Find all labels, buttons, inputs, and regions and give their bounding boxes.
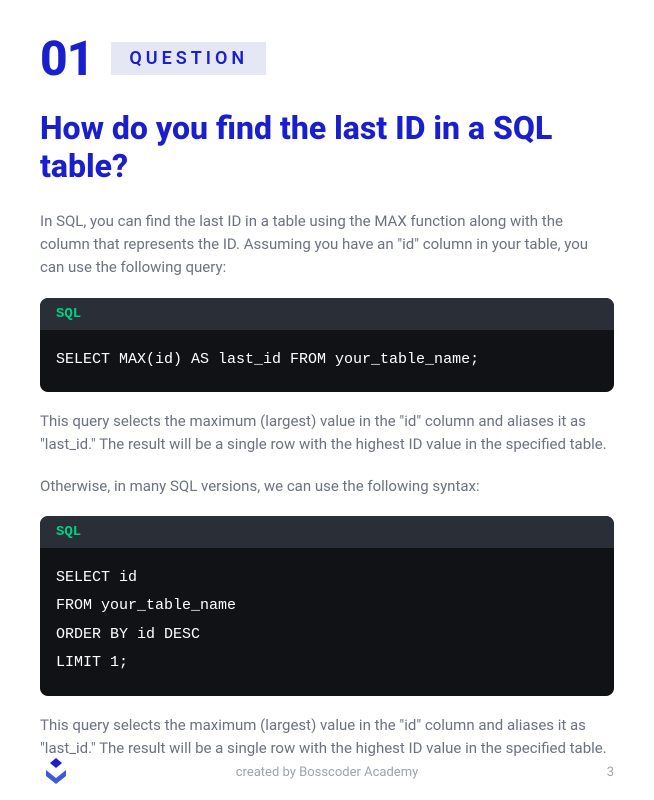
logo-icon [40, 756, 72, 788]
code-block-2: SQL SELECT id FROM your_table_name ORDER… [40, 516, 614, 696]
code-body: SELECT id FROM your_table_name ORDER BY … [40, 548, 614, 696]
page-number: 3 [607, 765, 614, 780]
code-block-1: SQL SELECT MAX(id) AS last_id FROM your_… [40, 298, 614, 393]
explanation-paragraph-2: This query selects the maximum (largest)… [40, 714, 614, 761]
code-lang-label: SQL [40, 298, 614, 330]
footer: created by Bosscoder Academy 3 [40, 756, 614, 788]
intro-paragraph: In SQL, you can find the last ID in a ta… [40, 210, 614, 280]
footer-credit: created by Bosscoder Academy [236, 765, 419, 780]
transition-paragraph: Otherwise, in many SQL versions, we can … [40, 475, 614, 498]
explanation-paragraph-1: This query selects the maximum (largest)… [40, 410, 614, 457]
question-number: 01 [40, 30, 93, 87]
question-badge: QUESTION [111, 42, 266, 75]
page-content: 01 QUESTION How do you find the last ID … [0, 0, 654, 760]
page-title: How do you find the last ID in a SQL tab… [40, 109, 614, 186]
header-row: 01 QUESTION [40, 30, 614, 87]
code-lang-label: SQL [40, 516, 614, 548]
code-body: SELECT MAX(id) AS last_id FROM your_tabl… [40, 330, 614, 393]
